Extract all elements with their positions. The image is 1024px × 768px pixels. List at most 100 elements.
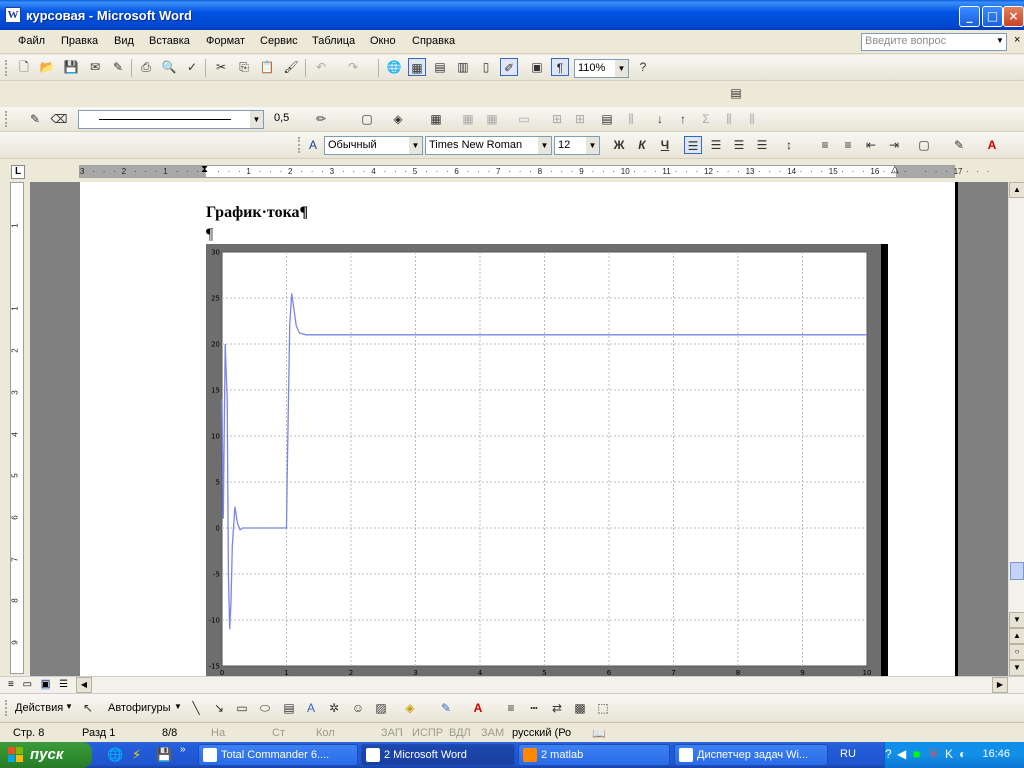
draw-actions-menu[interactable]: Действия [15, 702, 63, 714]
document-heading[interactable]: График·тока¶ [206, 204, 308, 222]
line-icon[interactable]: ╲ [187, 699, 205, 717]
document-close-icon[interactable]: × [1014, 34, 1020, 46]
keyboard-tray-icon[interactable]: K [945, 747, 953, 761]
font-dropdown-icon[interactable]: ▼ [538, 137, 551, 154]
toolbar-grip[interactable] [5, 111, 9, 127]
tray-back-icon[interactable]: ◀ [897, 747, 906, 761]
numbering-icon[interactable]: ≡ [816, 136, 834, 154]
menu-window[interactable]: Окно [370, 35, 396, 47]
menu-table[interactable]: Таблица [312, 35, 355, 47]
toolbar-grip[interactable] [5, 700, 9, 716]
fill-color-icon[interactable]: ◈ [401, 699, 419, 717]
quicklaunch-icon-3[interactable]: 💾 [156, 747, 172, 763]
right-indent-marker-icon[interactable]: △ [891, 164, 899, 175]
style-dropdown-icon[interactable]: ▼ [409, 137, 422, 154]
line-color-icon[interactable]: ✎ [437, 699, 455, 717]
menu-help[interactable]: Справка [412, 35, 455, 47]
document-page[interactable]: График·тока¶ ¶ 0 1 2 3 4 5 6 7 8 9 10 30 25 20 15 10 5 0-… [80, 182, 958, 676]
increase-indent-icon[interactable]: ⇥ [885, 136, 903, 154]
styles-pane-icon[interactable]: A [304, 136, 322, 154]
toolbar-grip[interactable] [5, 60, 9, 76]
tab-selector[interactable]: L [11, 165, 25, 179]
distribute-columns-icon[interactable]: ⊞ [571, 110, 589, 128]
insert-excel-icon[interactable]: ▥ [454, 58, 472, 76]
print-preview-icon[interactable]: 🔍 [160, 58, 178, 76]
spelling-status-icon[interactable]: 📖 [592, 727, 606, 740]
minimize-button[interactable]: _ [959, 6, 980, 27]
merge-cells-icon[interactable]: ▦ [459, 110, 477, 128]
dash-style-icon[interactable]: ┅ [525, 699, 543, 717]
horizontal-ruler[interactable]: 3 · · · 2 · · · 1 · · · · · · 1 · · · 2 · · · 3 · · · 4 · · · 5 · · · 6 · · · 7… [79, 164, 989, 178]
normal-view-icon[interactable]: ≡ [8, 679, 14, 690]
scroll-thumb[interactable] [1010, 562, 1024, 580]
next-page-button[interactable]: ▼ [1009, 660, 1024, 676]
decrease-indent-icon[interactable]: ⇤ [862, 136, 880, 154]
save-icon[interactable]: 💾 [62, 58, 80, 76]
draw-actions-arrow-icon[interactable]: ▼ [65, 702, 73, 711]
tables-toolbar-icon[interactable]: ▤ [727, 84, 745, 102]
email-icon[interactable]: ✎ [109, 58, 127, 76]
sort-descending-icon[interactable]: ↑ [674, 110, 692, 128]
open-icon[interactable]: 📂 [38, 58, 56, 76]
shading-color-icon[interactable]: ◈ [389, 110, 407, 128]
zoom-select[interactable]: 110% ▼ [574, 59, 629, 78]
network-tray-icon[interactable]: ■ [913, 747, 920, 761]
permission-icon[interactable]: ✉ [86, 58, 104, 76]
line-style-icon[interactable]: ≡ [502, 699, 520, 717]
eraser-icon[interactable]: ⌫ [50, 110, 68, 128]
picture-icon[interactable]: ▨ [372, 699, 390, 717]
maximize-button[interactable]: □ [982, 6, 1003, 27]
table-autoformat-icon[interactable]: ▤ [598, 110, 616, 128]
scroll-left-button[interactable]: ◀ [76, 677, 92, 693]
toolbar-grip[interactable] [298, 137, 302, 153]
ask-dropdown-arrow-icon[interactable]: ▼ [996, 36, 1004, 45]
table-properties-icon[interactable]: ⫼ [720, 110, 738, 128]
insert-table-grid-icon[interactable]: ▦ [427, 110, 445, 128]
title-bar[interactable]: W курсовая - Microsoft Word _ □ × [0, 0, 1024, 30]
justify-icon[interactable]: ☰ [753, 136, 771, 154]
new-document-icon[interactable]: 🗋 [15, 58, 33, 76]
menu-insert[interactable]: Вставка [149, 35, 190, 47]
firefox-quicklaunch-icon[interactable]: 🌐 [107, 747, 123, 763]
indent-marker-icon[interactable]: ⧗ [201, 164, 208, 175]
status-trk[interactable]: ИСПР [412, 727, 443, 739]
font-size-dropdown-icon[interactable]: ▼ [586, 137, 599, 154]
format-painter-icon[interactable]: 🖌 [282, 58, 300, 76]
vertical-scrollbar[interactable]: ▲ ▼ ▲ ○ ▼ [1008, 182, 1024, 676]
underline-button[interactable]: Ч [656, 136, 674, 154]
hyperlink-icon[interactable]: 🌐 [385, 58, 403, 76]
textbox-icon[interactable]: ▤ [280, 699, 298, 717]
task-matlab[interactable]: 2 matlab [518, 744, 670, 766]
tables-borders-icon[interactable]: ▦ [408, 58, 426, 76]
arrow-icon[interactable]: ↘ [210, 699, 228, 717]
align-center-icon[interactable]: ☰ [707, 136, 725, 154]
font-select[interactable]: Times New Roman ▼ [425, 136, 552, 155]
status-language[interactable]: русский (Ро [512, 727, 571, 739]
antivirus-tray-icon[interactable]: ⛨ [929, 747, 938, 762]
line-style-select[interactable]: ▼ [78, 110, 264, 129]
shadow-icon[interactable]: ▩ [571, 699, 589, 717]
document-map-icon[interactable]: ▣ [528, 58, 546, 76]
align-left-icon[interactable]: ☰ [684, 136, 702, 154]
borders-icon[interactable]: ▢ [358, 110, 376, 128]
horizontal-scrollbar[interactable]: ≡ ▭ ▣ ☰ ◀ ▶ [0, 676, 1024, 693]
draw-font-color-icon[interactable]: A [469, 699, 487, 717]
clock[interactable]: 16:46 [982, 748, 1010, 760]
line-width-select[interactable]: 0,5 [271, 110, 307, 129]
menu-file[interactable]: Файл [18, 35, 45, 47]
align-cell-icon[interactable]: ▭ [515, 110, 533, 128]
start-button[interactable]: пуск [0, 742, 92, 768]
menu-view[interactable]: Вид [114, 35, 134, 47]
highlight-icon[interactable]: ✎ [950, 136, 968, 154]
clipart-icon[interactable]: ☺ [349, 699, 367, 717]
autoshapes-arrow-icon[interactable]: ▼ [174, 702, 182, 711]
bold-button[interactable]: Ж [610, 136, 628, 154]
redo-icon[interactable]: ↷ [344, 58, 362, 76]
drawing-icon[interactable]: ✐ [500, 58, 518, 76]
line-spacing-icon[interactable]: ↕ [780, 136, 798, 154]
close-button[interactable]: × [1003, 6, 1024, 27]
cut-icon[interactable]: ✂ [212, 58, 230, 76]
previous-page-button[interactable]: ▲ [1009, 628, 1024, 644]
help-icon[interactable]: ? [634, 58, 652, 76]
undo-icon[interactable]: ↶ [312, 58, 330, 76]
